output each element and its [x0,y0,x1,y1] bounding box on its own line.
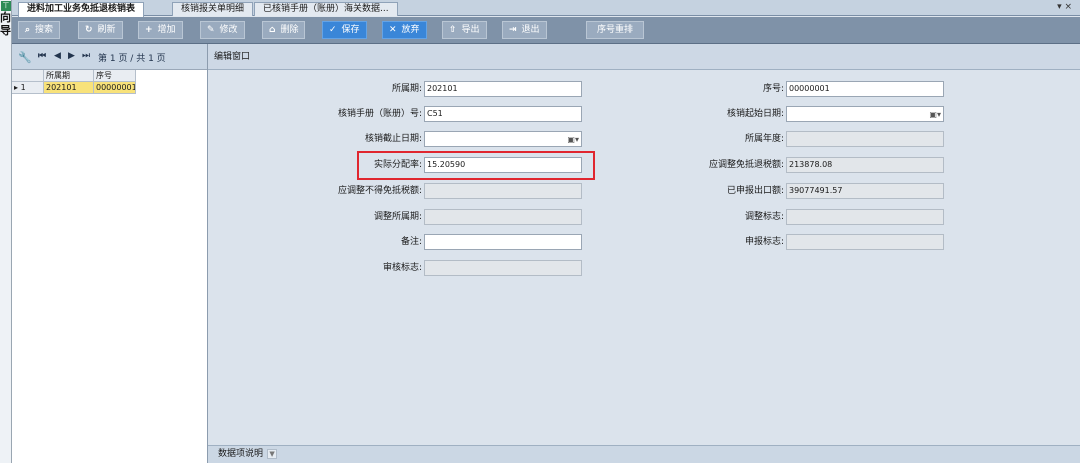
seq-label: 序号: [762,84,784,94]
close-icon: ✕ [389,25,397,35]
reorder-button[interactable]: 序号重排 [586,21,645,39]
exit-icon: ⇥ [509,25,517,35]
tab-offset-form[interactable]: 进料加工业务免抵退核销表 [18,2,145,17]
table-row-indicator[interactable]: ▸ 1 [12,82,44,94]
tab-customs-data[interactable]: 已核销手册（账册）海关数据... [254,2,398,16]
calendar-dropdown-icon[interactable]: ▣▾ [567,133,579,146]
pager: 🔧 ⏮ ◀ ▶ ⏭ 第 1 页 / 共 1 页 [12,44,207,70]
nonexempt-field [424,183,582,199]
row-pointer-icon: ▸ [14,83,19,92]
page-indicator: 第 1 页 / 共 1 页 [98,54,166,64]
year-label: 所属年度: [744,134,784,144]
field-description-bar[interactable]: 数据项说明 ▼ [208,445,1080,463]
year-field [786,131,944,147]
period-input[interactable]: 202101 [424,81,582,97]
calendar-dropdown-icon[interactable]: ▣▾ [929,108,941,121]
chevron-down-icon[interactable]: ▼ [267,449,278,459]
discard-button[interactable]: ✕ 放弃 [382,21,427,39]
grid-header-period[interactable]: 所属期 [44,70,94,82]
edit-icon: ✎ [207,25,215,35]
declared-label: 已申报出口额: [726,186,784,196]
toolbar: ⌕ 搜索 ↻ 刷新 + 增加 ✎ 修改 ⌂ 删除 ✓ 保存 ✕ 放弃 ⇧ 导出 ⇥ 退出 序号重排 [12,17,1080,44]
manual-number-input[interactable]: C51 [424,106,582,122]
edit-panel: 编辑窗口 所属期: 202101 核销手册（账册）号: C51 核销截止日期: … [208,44,1080,463]
wrench-icon[interactable]: 🔧 [18,51,32,64]
audit-field [424,260,582,276]
edit-button[interactable]: ✎ 修改 [200,21,245,39]
tab-customs-details[interactable]: 核销报关单明细 [172,2,254,16]
export-button[interactable]: ⇧ 导出 [442,21,487,39]
first-page-icon[interactable]: ⏮ [38,51,46,61]
refresh-button[interactable]: ↻ 刷新 [78,21,123,39]
ratio-label: 实际分配率: [373,160,422,170]
declared-field: 39077491.57 [786,183,944,199]
adj-flag-field [786,209,944,225]
declare-flag-label: 申报标志: [744,237,784,247]
start-date-picker[interactable]: ▣▾ [786,106,944,122]
end-date-picker[interactable]: ▣▾ [424,131,582,147]
plus-icon: + [145,25,153,35]
check-icon: ✓ [329,25,337,35]
tree-icon: ⊤ [1,1,11,11]
nonexempt-label: 应调整不得免抵税额: [337,186,422,196]
trash-icon: ⌂ [269,25,276,35]
tab-bar: 进料加工业务免抵退核销表 核销报关单明细 已核销手册（账册）海关数据... ▾ … [12,0,1080,17]
window-close-icon[interactable]: ▾ × [1057,2,1072,12]
next-page-icon[interactable]: ▶ [68,51,75,61]
end-date-label: 核销截止日期: [364,134,422,144]
search-icon: ⌕ [25,25,31,35]
search-button[interactable]: ⌕ 搜索 [18,21,61,39]
manual-label: 核销手册（账册）号: [337,109,422,119]
field-description-label: 数据项说明 [218,449,264,459]
refresh-icon: ↻ [85,25,93,35]
note-label: 备注: [400,237,422,247]
table-row-period[interactable]: 202101 [44,82,94,94]
audit-label: 审核标志: [382,263,422,273]
exit-button[interactable]: ⇥ 退出 [502,21,547,39]
adj-flag-label: 调整标志: [744,212,784,222]
guide-strip[interactable]: ⊤ 向 导 [0,0,12,463]
delete-button[interactable]: ⌂ 删除 [262,21,306,39]
adj-exempt-field: 213878.08 [786,157,944,173]
seq-input[interactable]: 00000001 [786,81,944,97]
grid-header-seq[interactable]: 序号 [94,70,136,82]
period-label: 所属期: [391,84,422,94]
adj-period-field [424,209,582,225]
declare-flag-field [786,234,944,250]
add-button[interactable]: + 增加 [138,21,183,39]
table-row-seq[interactable]: 00000001 [94,82,136,94]
record-list-panel: 🔧 ⏮ ◀ ▶ ⏭ 第 1 页 / 共 1 页 所属期 序号 ▸ 1 20210… [12,44,208,463]
last-page-icon[interactable]: ⏭ [82,51,90,61]
save-button[interactable]: ✓ 保存 [322,21,367,39]
grid-corner [12,70,44,82]
adj-period-label: 调整所属期: [373,212,422,222]
edit-window-title: 编辑窗口 [208,44,1080,70]
ratio-input[interactable]: 15.20590 [424,157,582,173]
upload-icon: ⇧ [449,25,457,35]
guide-label-2: 导 [0,24,11,37]
note-input[interactable] [424,234,582,250]
adj-exempt-label: 应调整免抵退税额: [708,160,784,170]
start-date-label: 核销起始日期: [726,109,784,119]
prev-page-icon[interactable]: ◀ [54,51,61,61]
guide-label-1: 向 [0,11,11,24]
